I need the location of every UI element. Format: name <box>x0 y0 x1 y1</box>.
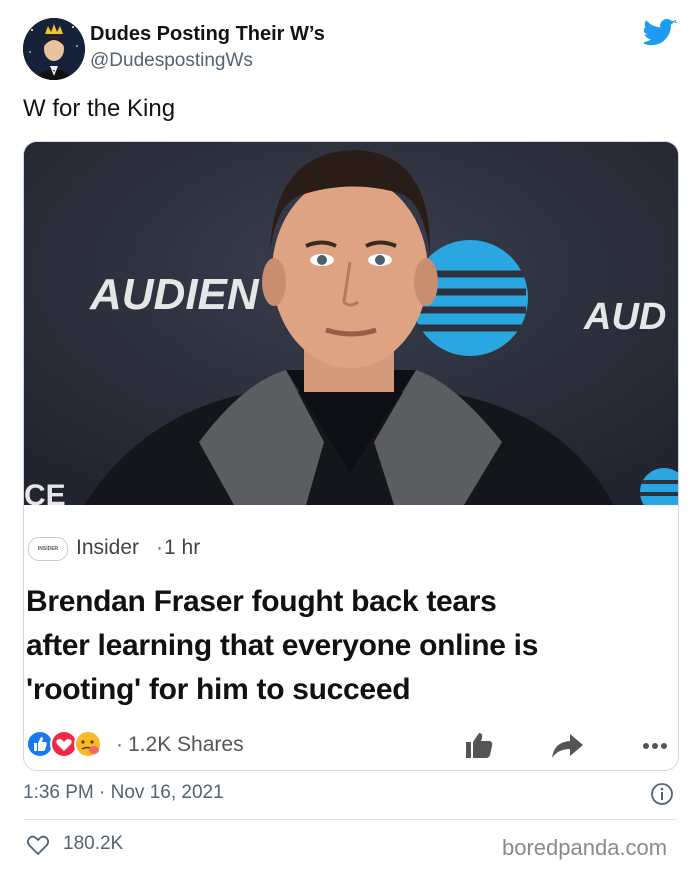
shares-count: 1.2K Shares <box>128 733 244 756</box>
separator-dot: · <box>156 536 163 559</box>
post-time: 1 hr <box>164 536 201 559</box>
tweet-text: W for the King <box>23 95 176 122</box>
headline-line: 'rooting' for him to succeed <box>26 673 411 706</box>
avatar[interactable] <box>23 18 85 80</box>
twitter-bird-icon[interactable] <box>644 18 678 48</box>
avatar-image <box>23 18 85 80</box>
info-icon[interactable] <box>650 782 674 806</box>
divider <box>23 819 677 820</box>
watermark: boredpanda.com <box>502 835 668 860</box>
tweet-timestamp[interactable]: 1:36 PM · Nov 16, 2021 <box>23 782 224 804</box>
news-photo: AUDIEN AUD CE <box>24 142 678 505</box>
headline-line: Brendan Fraser fought back tears <box>26 585 497 618</box>
reaction-icons <box>26 730 102 758</box>
separator-dot: · <box>116 733 123 756</box>
post-source-name: Insider <box>76 536 140 559</box>
author-handle[interactable]: @DudespostingWs <box>90 50 253 72</box>
headline-line: after learning that everyone online is <box>26 629 539 662</box>
author-name[interactable]: Dudes Posting Their W’s <box>90 23 325 46</box>
embedded-image-card[interactable]: AUDIEN AUD CE INSIDER Insider · 1 hr Bre… <box>23 141 679 771</box>
svg-text:CE: CE <box>24 479 66 505</box>
post-headline: Brendan Fraser fought back tears after l… <box>26 580 678 712</box>
heart-icon[interactable] <box>26 834 50 856</box>
insider-logo: INSIDER <box>28 537 68 561</box>
more-icon <box>643 743 667 749</box>
facebook-like-icon <box>466 733 493 758</box>
backdrop-sign-right: AUD <box>583 296 666 338</box>
like-count[interactable]: 180.2K <box>63 833 123 855</box>
share-arrow-icon <box>552 734 583 758</box>
backdrop-sign-left: AUDIEN <box>89 270 260 319</box>
